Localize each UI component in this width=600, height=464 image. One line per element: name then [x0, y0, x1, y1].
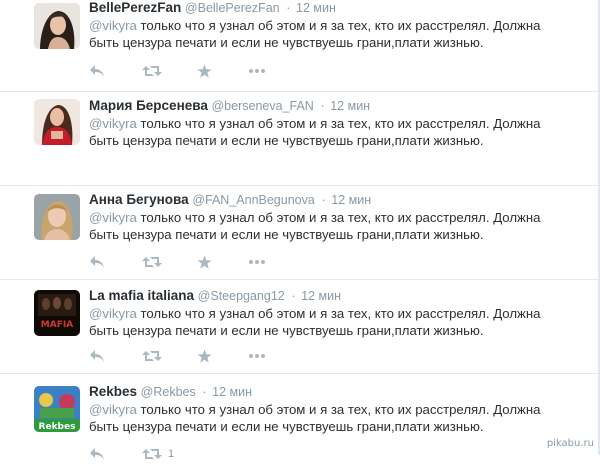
reply-button[interactable] [89, 253, 105, 271]
retweet-icon [142, 66, 162, 76]
favorite-button[interactable] [197, 253, 212, 271]
retweet-button[interactable] [142, 62, 168, 80]
timestamp[interactable]: 12 мин [330, 99, 370, 113]
tweet-text-line: быть цензура печати и если не чувствуешь… [89, 419, 484, 434]
retweet-icon [142, 449, 162, 459]
favorite-button[interactable] [197, 62, 212, 80]
separator: · [286, 1, 291, 15]
favorite-icon [197, 64, 212, 78]
tweet[interactable]: Мария Берсенева @berseneva_FAN · 12 мин … [0, 92, 600, 186]
timeline: BellePerezFan @BellePerezFan · 12 мин @v… [0, 0, 600, 464]
mafia-logo-text: MAFIA [41, 320, 73, 330]
display-name[interactable]: La mafia italiana [89, 288, 194, 303]
tweet-text-line: быть цензура печати и если не чувствуешь… [89, 133, 484, 148]
tweet-text: @vikyra только что я узнал об этом и я з… [89, 401, 569, 435]
avatar[interactable]: MAFIA [34, 290, 80, 336]
reply-icon [90, 448, 104, 460]
tweet-header: Анна Бегунова @FAN_AnnBegunova · 12 мин [89, 192, 371, 208]
tweet-text: @vikyra только что я узнал об этом и я з… [89, 209, 569, 243]
timestamp[interactable]: 12 мин [212, 385, 252, 399]
reply-icon [90, 256, 104, 268]
username[interactable]: @Rekbes [141, 385, 196, 399]
display-name[interactable]: BellePerezFan [89, 0, 181, 15]
favorite-icon [197, 255, 212, 269]
reply-icon [90, 65, 104, 77]
retweet-icon [142, 257, 162, 267]
avatar[interactable] [34, 99, 80, 145]
favorite-icon [197, 349, 212, 363]
username[interactable]: @Steepgang12 [198, 289, 285, 303]
tweet-text-line: только что я узнал об этом и я за тех, к… [136, 18, 541, 33]
username[interactable]: @BellePerezFan [185, 1, 280, 15]
separator: · [320, 99, 325, 113]
tweet-header: Rekbes @Rekbes · 12 мин [89, 384, 252, 400]
username[interactable]: @FAN_AnnBegunova [192, 193, 315, 207]
retweet-button[interactable] [142, 253, 168, 271]
watermark: pikabu.ru [546, 438, 594, 449]
retweet-button[interactable] [142, 347, 168, 365]
mention-link[interactable]: @vikyra [89, 306, 137, 321]
tweet-text-line: только что я узнал об этом и я за тех, к… [136, 210, 541, 225]
tweet-text-line: только что я узнал об этом и я за тех, к… [136, 306, 541, 321]
reply-button[interactable] [89, 445, 105, 463]
mention-link[interactable]: @vikyra [89, 18, 137, 33]
more-button[interactable] [248, 62, 266, 80]
timestamp[interactable]: 12 мин [331, 193, 371, 207]
timestamp[interactable]: 12 мин [301, 289, 341, 303]
avatar[interactable]: Rekbes [34, 386, 80, 432]
more-icon [249, 69, 265, 73]
separator: · [321, 193, 326, 207]
username[interactable]: @berseneva_FAN [211, 99, 313, 113]
reply-icon [90, 350, 104, 362]
tweet-text-line: быть цензура печати и если не чувствуешь… [89, 227, 484, 242]
timestamp[interactable]: 12 мин [296, 1, 336, 15]
separator: · [291, 289, 296, 303]
reply-button[interactable] [89, 62, 105, 80]
tweet-text: @vikyra только что я узнал об этом и я з… [89, 115, 569, 149]
retweet-icon [142, 351, 162, 361]
more-icon [249, 354, 265, 358]
more-button[interactable] [248, 347, 266, 365]
more-button[interactable] [248, 253, 266, 271]
retweet-count: 1 [168, 448, 175, 460]
display-name[interactable]: Мария Берсенева [89, 98, 208, 113]
tweet-text: @vikyra только что я узнал об этом и я з… [89, 305, 569, 339]
mention-link[interactable]: @vikyra [89, 402, 137, 417]
rekbes-logo-text: Rekbes [39, 422, 76, 432]
tweet-header: La mafia italiana @Steepgang12 · 12 мин [89, 288, 341, 304]
display-name[interactable]: Анна Бегунова [89, 192, 189, 207]
favorite-button[interactable] [197, 347, 212, 365]
mention-link[interactable]: @vikyra [89, 210, 137, 225]
more-icon [249, 260, 265, 264]
tweet-header: Мария Берсенева @berseneva_FAN · 12 мин [89, 98, 370, 114]
tweet[interactable]: BellePerezFan @BellePerezFan · 12 мин @v… [0, 0, 600, 92]
mention-link[interactable]: @vikyra [89, 116, 137, 131]
tweet-header: BellePerezFan @BellePerezFan · 12 мин [89, 0, 336, 16]
tweet-text-line: быть цензура печати и если не чувствуешь… [89, 35, 484, 50]
display-name[interactable]: Rekbes [89, 384, 137, 399]
retweet-button[interactable]: 1 [142, 445, 174, 463]
tweet-text-line: только что я узнал об этом и я за тех, к… [136, 116, 541, 131]
separator: · [202, 385, 207, 399]
tweet-text-line: быть цензура печати и если не чувствуешь… [89, 323, 484, 338]
avatar[interactable] [34, 3, 80, 49]
avatar[interactable] [34, 194, 80, 240]
tweet-text-line: только что я узнал об этом и я за тех, к… [136, 402, 541, 417]
tweet[interactable]: Анна Бегунова @FAN_AnnBegunova · 12 мин … [0, 186, 600, 280]
reply-button[interactable] [89, 347, 105, 365]
tweet[interactable]: MAFIA La mafia italiana @Steepgang12 · 1… [0, 280, 600, 374]
tweet[interactable]: Rekbes Rekbes @Rekbes · 12 мин @vikyra т… [0, 374, 600, 464]
tweet-text: @vikyra только что я узнал об этом и я з… [89, 17, 569, 51]
